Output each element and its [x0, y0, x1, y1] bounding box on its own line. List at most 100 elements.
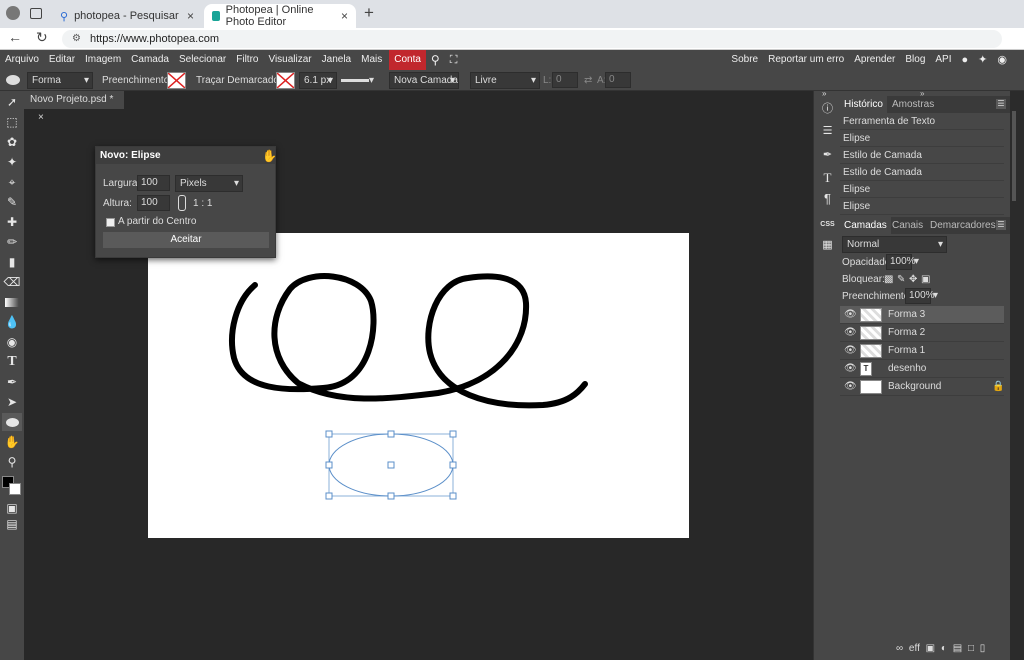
new-tab-button[interactable]: +	[364, 3, 374, 23]
history-item[interactable]: Estilo de Camada	[840, 147, 1004, 164]
ellipse-selection[interactable]	[325, 430, 457, 500]
close-document-button[interactable]: ×	[38, 112, 44, 123]
height-input[interactable]: 100	[137, 195, 170, 211]
reddit-icon[interactable]: ●	[957, 50, 974, 70]
layer-row[interactable]: 👁 Forma 1	[840, 342, 1004, 360]
stroke-size-field[interactable]: 6.1 px	[299, 72, 337, 89]
tab-amostras[interactable]: Amostras	[888, 96, 938, 113]
new-layer-icon[interactable]: □	[968, 643, 974, 654]
add-mask-icon[interactable]: ▣	[926, 643, 935, 654]
zoom-tool-icon[interactable]: ⚲	[2, 453, 22, 471]
menu-camada[interactable]: Camada	[126, 50, 174, 70]
brush-settings-icon[interactable]: ✒	[817, 145, 838, 163]
browser-tab-search[interactable]: ⚲ photopea - Pesquisar ×	[52, 4, 202, 28]
fill-field[interactable]: 100%	[905, 288, 935, 304]
tab-canais[interactable]: Canais	[888, 217, 927, 234]
healing-tool-icon[interactable]: ✚	[2, 213, 22, 231]
a-field[interactable]: 0	[605, 72, 631, 88]
background-color-swatch[interactable]	[9, 483, 21, 495]
gradient-tool-icon[interactable]	[2, 293, 22, 311]
stroke-style-chevron-icon[interactable]: ▾	[369, 73, 374, 88]
close-tab-button[interactable]: ×	[341, 9, 348, 23]
menu-mais[interactable]: Mais	[356, 50, 387, 70]
menu-imagem[interactable]: Imagem	[80, 50, 126, 70]
path-select-tool-icon[interactable]: ➤	[2, 393, 22, 411]
menu-janela[interactable]: Janela	[317, 50, 356, 70]
dodge-tool-icon[interactable]: ◉	[2, 333, 22, 351]
width-input[interactable]: 100	[137, 175, 170, 191]
center-checkbox[interactable]	[106, 218, 115, 227]
properties-icon[interactable]: ☰	[817, 121, 838, 139]
history-item[interactable]: Elipse	[840, 181, 1004, 198]
menu-conta[interactable]: Conta	[389, 50, 426, 70]
scrollbar[interactable]	[1012, 111, 1016, 201]
menu-reportar-erro[interactable]: Reportar um erro	[763, 50, 849, 70]
move-tool-icon[interactable]: ➚	[2, 93, 22, 111]
menu-blog[interactable]: Blog	[900, 50, 930, 70]
search-icon[interactable]: ⚲	[426, 50, 445, 70]
document-tab[interactable]: Novo Projeto.psd * ×	[24, 91, 124, 123]
profile-icon[interactable]	[6, 6, 20, 20]
shape-mode-select[interactable]: Forma	[27, 72, 93, 89]
stroke-swatch[interactable]	[276, 72, 295, 89]
stroke-style-select[interactable]	[341, 79, 369, 82]
tab-camadas[interactable]: Camadas	[840, 217, 891, 234]
twitter-icon[interactable]: ✦	[973, 50, 992, 70]
type-tool-icon[interactable]: T	[2, 353, 22, 371]
visibility-eye-icon[interactable]: 👁	[844, 378, 857, 396]
layer-row[interactable]: 👁 Forma 2	[840, 324, 1004, 342]
lock-all-icon[interactable]: ▣	[921, 274, 930, 285]
menu-editar[interactable]: Editar	[44, 50, 80, 70]
adjustment-layer-icon[interactable]: ◐	[941, 643, 947, 654]
layer-row[interactable]: 👁 Forma 3	[840, 306, 1004, 324]
reload-icon[interactable]: ↻	[36, 29, 48, 46]
blur-tool-icon[interactable]: 💧	[2, 313, 22, 331]
visibility-eye-icon[interactable]: 👁	[844, 342, 857, 360]
back-icon[interactable]: ←	[8, 29, 22, 45]
collapse-chevron-icon[interactable]: »	[822, 89, 826, 98]
opacity-chevron-icon[interactable]: ▾	[914, 256, 919, 267]
fill-swatch[interactable]	[167, 72, 186, 89]
site-info-icon[interactable]: ⚙	[72, 30, 81, 48]
fill-chevron-icon[interactable]: ▾	[933, 290, 938, 301]
link-layers-icon[interactable]: ∞	[896, 643, 903, 654]
document-canvas[interactable]	[148, 233, 689, 538]
menu-aprender[interactable]: Aprender	[849, 50, 900, 70]
eyedropper-tool-icon[interactable]: ✎	[2, 193, 22, 211]
paragraph-icon[interactable]: ¶	[817, 189, 838, 207]
menu-filtro[interactable]: Filtro	[231, 50, 263, 70]
menu-arquivo[interactable]: Arquivo	[0, 50, 44, 70]
lock-paint-icon[interactable]: ✎	[897, 274, 905, 285]
panel-menu-icon[interactable]: ☰	[996, 99, 1006, 109]
facebook-icon[interactable]: ◉	[992, 50, 1012, 70]
tab-actions-icon[interactable]	[30, 8, 42, 19]
fullscreen-icon[interactable]: ⛶	[445, 50, 463, 70]
layer-row[interactable]: 👁 T desenho	[840, 360, 1004, 378]
lock-transparency-icon[interactable]: ▩	[884, 274, 893, 285]
eraser-tool-icon[interactable]: ⌫	[2, 273, 22, 291]
crop-tool-icon[interactable]: ⌖	[2, 173, 22, 191]
history-item[interactable]: Ferramenta de Texto	[840, 113, 1004, 130]
blend-mode-select[interactable]: Normal	[842, 236, 947, 253]
visibility-eye-icon[interactable]: 👁	[844, 324, 857, 342]
marquee-tool-icon[interactable]: ⬚	[2, 113, 22, 131]
visibility-eye-icon[interactable]: 👁	[844, 360, 857, 378]
history-item[interactable]: Elipse	[840, 130, 1004, 147]
new-group-icon[interactable]: ▤	[953, 643, 962, 654]
menu-selecionar[interactable]: Selecionar	[174, 50, 231, 70]
css-icon[interactable]: CSS	[817, 215, 838, 233]
close-tab-button[interactable]: ×	[187, 9, 194, 23]
history-item[interactable]: Elipse	[840, 198, 1004, 215]
visibility-eye-icon[interactable]: 👁	[844, 306, 857, 324]
accept-button[interactable]: Aceitar	[103, 232, 269, 248]
pen-tool-icon[interactable]: ✒	[2, 373, 22, 391]
size-mode-select[interactable]: Livre	[470, 72, 540, 89]
browser-tab-photopea[interactable]: Photopea | Online Photo Editor ×	[204, 4, 356, 28]
link-icon[interactable]: ⇄	[584, 73, 592, 88]
screen-mode-icon[interactable]: ▤	[2, 515, 22, 533]
delete-layer-icon[interactable]: ▯	[980, 643, 986, 654]
opacity-field[interactable]: 100%	[886, 254, 916, 270]
layer-target-select[interactable]: Nova Camada	[389, 72, 459, 89]
ellipse-tool-icon[interactable]	[6, 75, 20, 85]
menu-visualizar[interactable]: Visualizar	[263, 50, 316, 70]
